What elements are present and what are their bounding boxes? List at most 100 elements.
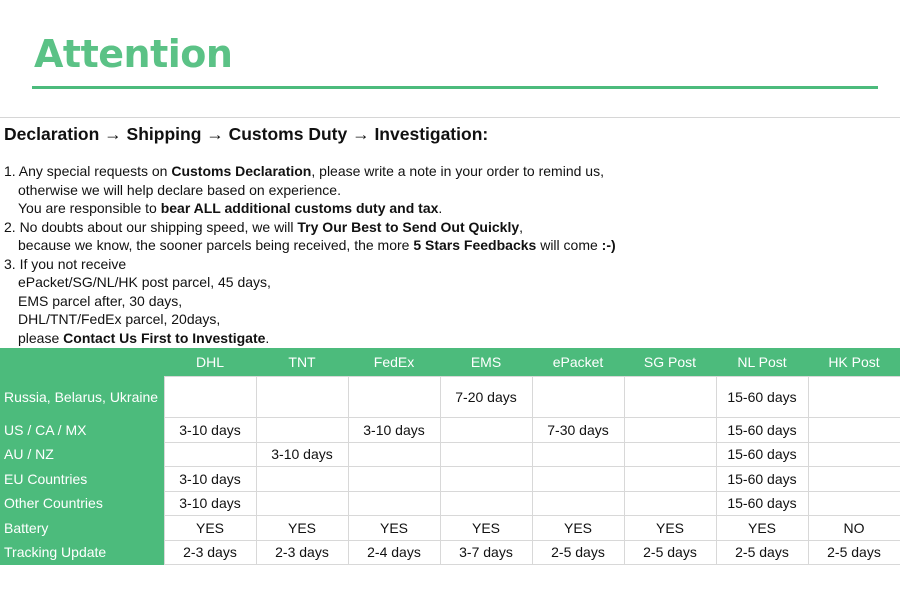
policy-line: 3. If you not receive <box>4 255 616 274</box>
table-cell <box>807 441 900 467</box>
table-cell <box>623 417 717 443</box>
policy-line: 1. Any special requests on Customs Decla… <box>4 162 616 181</box>
policy-line: 2. No doubts about our shipping speed, w… <box>4 218 616 237</box>
table-cell: 15-60 days <box>715 417 809 443</box>
row-header: US / CA / MX <box>0 417 164 442</box>
table-cell: YES <box>623 515 717 541</box>
policy-emphasis: Contact Us First to Investigate <box>63 329 266 346</box>
policy-text: please <box>18 329 64 346</box>
policy-text: DHL/TNT/FedEx parcel, 20days, <box>18 311 221 327</box>
row-header: Battery <box>0 515 164 540</box>
table-cell: YES <box>531 515 625 541</box>
table-corner-cell <box>0 348 164 377</box>
policy-emphasis: Try Our Best to Send Out Quickly <box>297 218 520 235</box>
table-cell: YES <box>347 515 441 541</box>
table-cell: 15-60 days <box>715 466 809 492</box>
page-title: Attention <box>34 32 233 76</box>
policy-line: EMS parcel after, 30 days, <box>4 292 616 311</box>
table-cell: 15-60 days <box>715 376 809 418</box>
policy-text: , <box>519 218 524 235</box>
row-header: AU / NZ <box>0 442 164 467</box>
policy-emphasis: bear ALL additional customs duty and tax <box>160 200 439 216</box>
table-cell <box>255 490 349 516</box>
table-cell: 7-20 days <box>439 376 533 418</box>
policy-text: 3. If you not receive <box>4 255 127 272</box>
policy-heading: Declaration → Shipping → Customs Duty → … <box>4 124 489 144</box>
table-cell: YES <box>439 515 533 541</box>
table-row: Battery YES YES YES YES YES YES YES NO <box>0 515 900 541</box>
policy-line: DHL/TNT/FedEx parcel, 20days, <box>4 310 616 329</box>
table-cell <box>623 490 717 516</box>
table-header-row: DHL TNT FedEx EMS ePacket SG Post NL Post HK Po… <box>0 348 900 377</box>
title-underline <box>32 86 878 89</box>
table-cell: 2-5 days <box>531 539 625 565</box>
table-row: Other Countries 3-10 days 15-60 days <box>0 490 900 516</box>
policy-line: please Contact Us First to Investigate. <box>4 329 616 348</box>
table-cell <box>807 466 900 492</box>
table-cell: YES <box>255 515 349 541</box>
table-cell: 3-7 days <box>439 539 533 565</box>
table-row: Russia, Belarus, Ukraine 7-20 days 15-60 d… <box>0 376 900 418</box>
table-cell <box>531 490 625 516</box>
policy-line: ePacket/SG/NL/HK post parcel, 45 days, <box>4 273 616 292</box>
table-row: AU / NZ 3-10 days 15-60 days <box>0 441 900 467</box>
table-cell <box>439 490 533 516</box>
table-cell <box>347 466 441 492</box>
table-cell <box>347 490 441 516</box>
column-header: DHL <box>164 348 256 377</box>
policy-text: . <box>265 329 270 346</box>
row-header: Other Countries <box>0 491 164 516</box>
policy-text: will come <box>536 237 602 253</box>
policy-text: EMS parcel after, 30 days, <box>18 292 183 309</box>
table-cell: 3-10 days <box>347 417 441 443</box>
table-cell <box>531 441 625 467</box>
policy-emphasis: Customs Declaration <box>171 163 312 179</box>
policy-emphasis: 5 Stars Feedbacks <box>413 237 537 253</box>
policy-text: otherwise we will help declare based on … <box>18 181 341 198</box>
table-cell: 3-10 days <box>163 490 257 516</box>
policy-text: 2. No doubts about our shipping speed, w… <box>4 218 298 235</box>
table-cell: 2-3 days <box>255 539 349 565</box>
table-cell <box>439 441 533 467</box>
table-cell <box>347 376 441 418</box>
table-cell: 15-60 days <box>715 441 809 467</box>
table-cell <box>623 441 717 467</box>
table-cell <box>623 376 717 418</box>
policy-line: otherwise we will help declare based on … <box>4 181 616 200</box>
table-cell <box>439 417 533 443</box>
column-header: TNT <box>256 348 348 377</box>
table-cell: NO <box>807 515 900 541</box>
policy-text: 1. Any special requests on <box>4 163 172 179</box>
row-header: EU Countries <box>0 466 164 491</box>
table-cell: YES <box>715 515 809 541</box>
table-cell <box>439 466 533 492</box>
policy-text: , please write a note in your order to r… <box>311 163 604 179</box>
policy-text: because we know, the sooner parcels bein… <box>18 237 414 253</box>
column-header: FedEx <box>348 348 440 377</box>
table-row: EU Countries 3-10 days 15-60 days <box>0 466 900 492</box>
table-cell: 2-5 days <box>807 539 900 565</box>
table-row: US / CA / MX 3-10 days 3-10 days 7-30 days 1… <box>0 417 900 443</box>
policy-notes: 1. Any special requests on Customs Decla… <box>4 162 616 347</box>
policy-panel: Declaration → Shipping → Customs Duty → … <box>0 117 900 350</box>
table-cell: 7-30 days <box>531 417 625 443</box>
table-cell <box>163 376 257 418</box>
table-cell: 2-3 days <box>163 539 257 565</box>
table-cell: 15-60 days <box>715 490 809 516</box>
table-cell: 3-10 days <box>255 441 349 467</box>
table-cell: 3-10 days <box>163 417 257 443</box>
policy-text: You are responsible to <box>18 200 161 216</box>
table-cell <box>347 441 441 467</box>
column-header: HK Post <box>808 348 900 377</box>
table-cell <box>255 466 349 492</box>
table-cell <box>255 376 349 418</box>
column-header: SG Post <box>624 348 716 377</box>
table-cell <box>807 417 900 443</box>
policy-text: ePacket/SG/NL/HK post parcel, 45 days, <box>18 274 271 290</box>
table-cell <box>163 441 257 467</box>
policy-emphasis: :-) <box>601 237 616 253</box>
column-header: NL Post <box>716 348 808 377</box>
table-cell <box>531 376 625 418</box>
column-header: ePacket <box>532 348 624 377</box>
shipping-times-table: DHL TNT FedEx EMS ePacket SG Post NL Post HK Po… <box>0 348 900 565</box>
